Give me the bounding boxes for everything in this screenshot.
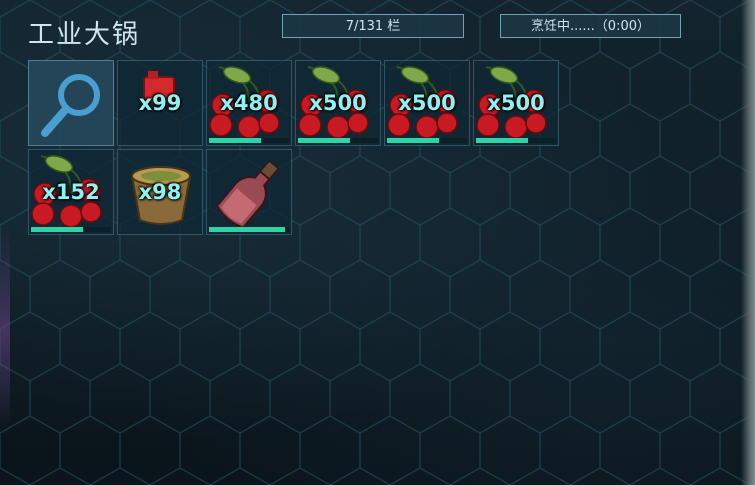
spoil-timer-bar (476, 138, 556, 143)
item-quantity: x480 (220, 91, 278, 115)
cooking-status: 烹饪中......（0:00） (500, 14, 681, 38)
item-quantity: x152 (42, 180, 100, 204)
inventory-slot[interactable]: x152 (28, 149, 114, 235)
item-quantity: x500 (309, 91, 367, 115)
inventory-slot[interactable] (206, 149, 292, 235)
left-edge-glow (0, 230, 10, 430)
spoil-timer-fill (298, 138, 350, 143)
spoil-timer-bar (209, 138, 289, 143)
inventory-title: 工业大锅 (28, 20, 141, 50)
potion-bottle-icon (215, 159, 280, 229)
spoil-timer-fill (31, 227, 83, 232)
spoil-timer-bar (31, 227, 111, 232)
search-slot[interactable] (28, 60, 114, 146)
inventory-slot[interactable]: x480 (206, 60, 292, 146)
spoil-timer-bar (298, 138, 378, 143)
item-quantity: x99 (138, 91, 182, 115)
spoil-timer-fill (476, 138, 528, 143)
item-quantity: x500 (398, 91, 456, 115)
item-quantity: x500 (487, 91, 545, 115)
search-icon (41, 74, 100, 137)
inventory-slot[interactable]: x99 (117, 60, 203, 146)
inventory-slot[interactable]: x98 (117, 149, 203, 235)
spoil-timer-fill (209, 138, 261, 143)
right-edge-frame (741, 0, 755, 485)
inventory-slot[interactable]: x500 (384, 60, 470, 146)
spoil-timer-bar (209, 227, 289, 232)
item-quantity: x98 (138, 180, 182, 204)
inventory-slot[interactable]: x500 (473, 60, 559, 146)
slot-capacity: 7/131 栏 (282, 14, 464, 38)
spoil-timer-bar (387, 138, 467, 143)
inventory-slot[interactable]: x500 (295, 60, 381, 146)
spoil-timer-fill (209, 227, 285, 232)
spoil-timer-fill (387, 138, 439, 143)
